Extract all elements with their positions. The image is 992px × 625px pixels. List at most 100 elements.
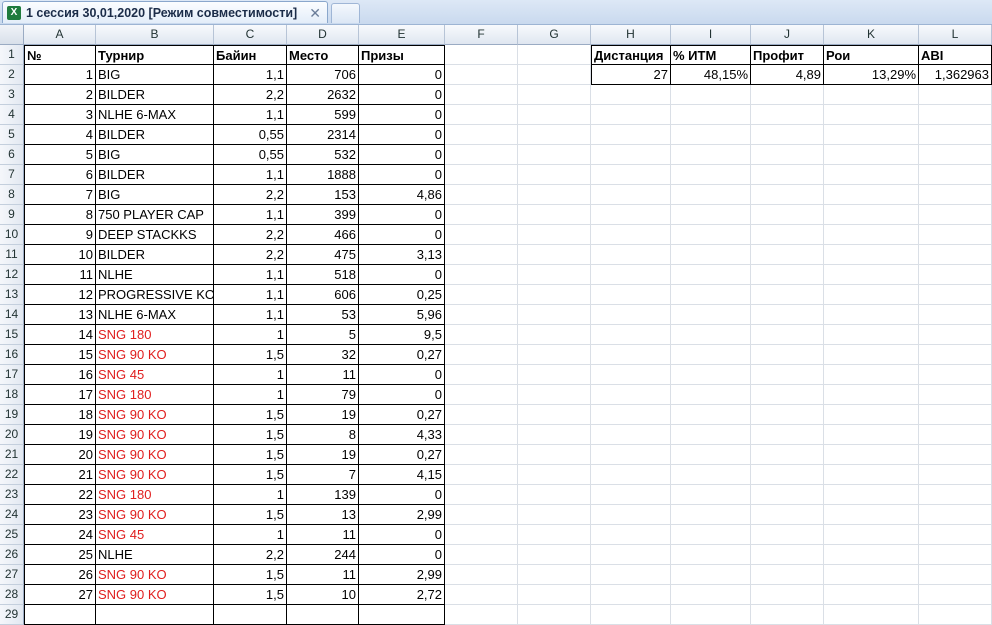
column-header-b[interactable]: B bbox=[96, 25, 214, 45]
cell-l22[interactable] bbox=[919, 465, 992, 485]
cell-i3[interactable] bbox=[671, 85, 751, 105]
cell-k5[interactable] bbox=[824, 125, 919, 145]
cell-e8[interactable]: 4,86 bbox=[359, 185, 445, 205]
cell-i9[interactable] bbox=[671, 205, 751, 225]
cell-h3[interactable] bbox=[591, 85, 671, 105]
cell-h29[interactable] bbox=[591, 605, 671, 625]
row-header[interactable]: 17 bbox=[0, 365, 24, 385]
cell-f2[interactable] bbox=[445, 65, 518, 85]
cell-b22[interactable]: SNG 90 KO bbox=[96, 465, 214, 485]
cell-c12[interactable]: 1,1 bbox=[214, 265, 287, 285]
cell-l5[interactable] bbox=[919, 125, 992, 145]
cell-d19[interactable]: 19 bbox=[287, 405, 359, 425]
cell-e13[interactable]: 0,25 bbox=[359, 285, 445, 305]
cell-g18[interactable] bbox=[518, 385, 591, 405]
cell-d18[interactable]: 79 bbox=[287, 385, 359, 405]
cell-h7[interactable] bbox=[591, 165, 671, 185]
cell-i29[interactable] bbox=[671, 605, 751, 625]
cell-j22[interactable] bbox=[751, 465, 824, 485]
cell-h25[interactable] bbox=[591, 525, 671, 545]
cell-a5[interactable]: 4 bbox=[24, 125, 96, 145]
cell-c8[interactable]: 2,2 bbox=[214, 185, 287, 205]
cell-e5[interactable]: 0 bbox=[359, 125, 445, 145]
cell-h20[interactable] bbox=[591, 425, 671, 445]
row-header[interactable]: 28 bbox=[0, 585, 24, 605]
cell-j8[interactable] bbox=[751, 185, 824, 205]
cell-k26[interactable] bbox=[824, 545, 919, 565]
cell-d23[interactable]: 139 bbox=[287, 485, 359, 505]
cell-i5[interactable] bbox=[671, 125, 751, 145]
cell-j7[interactable] bbox=[751, 165, 824, 185]
cell-d21[interactable]: 19 bbox=[287, 445, 359, 465]
cell-j21[interactable] bbox=[751, 445, 824, 465]
row-header[interactable]: 8 bbox=[0, 185, 24, 205]
cell-f4[interactable] bbox=[445, 105, 518, 125]
cell-g2[interactable] bbox=[518, 65, 591, 85]
cell-h13[interactable] bbox=[591, 285, 671, 305]
cell-f15[interactable] bbox=[445, 325, 518, 345]
cell-a25[interactable]: 24 bbox=[24, 525, 96, 545]
cell-l17[interactable] bbox=[919, 365, 992, 385]
cell-a7[interactable]: 6 bbox=[24, 165, 96, 185]
cell-k13[interactable] bbox=[824, 285, 919, 305]
cell-g7[interactable] bbox=[518, 165, 591, 185]
column-header-c[interactable]: C bbox=[214, 25, 287, 45]
cell-a12[interactable]: 11 bbox=[24, 265, 96, 285]
cell-b18[interactable]: SNG 180 bbox=[96, 385, 214, 405]
cell-j11[interactable] bbox=[751, 245, 824, 265]
column-header-l[interactable]: L bbox=[919, 25, 992, 45]
cell-k2[interactable]: 13,29% bbox=[824, 65, 919, 85]
cell-b27[interactable]: SNG 90 KO bbox=[96, 565, 214, 585]
cell-i16[interactable] bbox=[671, 345, 751, 365]
cell-j6[interactable] bbox=[751, 145, 824, 165]
cell-h17[interactable] bbox=[591, 365, 671, 385]
row-header[interactable]: 5 bbox=[0, 125, 24, 145]
cell-d8[interactable]: 153 bbox=[287, 185, 359, 205]
cell-l25[interactable] bbox=[919, 525, 992, 545]
cell-g4[interactable] bbox=[518, 105, 591, 125]
column-header-j[interactable]: J bbox=[751, 25, 824, 45]
cell-b28[interactable]: SNG 90 KO bbox=[96, 585, 214, 605]
cell-j16[interactable] bbox=[751, 345, 824, 365]
cell-l14[interactable] bbox=[919, 305, 992, 325]
cell-l18[interactable] bbox=[919, 385, 992, 405]
cell-d27[interactable]: 11 bbox=[287, 565, 359, 585]
row-header[interactable]: 6 bbox=[0, 145, 24, 165]
cell-j4[interactable] bbox=[751, 105, 824, 125]
cell-j14[interactable] bbox=[751, 305, 824, 325]
cell-g10[interactable] bbox=[518, 225, 591, 245]
row-header[interactable]: 9 bbox=[0, 205, 24, 225]
cell-e23[interactable]: 0 bbox=[359, 485, 445, 505]
cell-l1[interactable]: ABI bbox=[919, 45, 992, 65]
cell-e25[interactable]: 0 bbox=[359, 525, 445, 545]
cell-k7[interactable] bbox=[824, 165, 919, 185]
cell-g1[interactable] bbox=[518, 45, 591, 65]
cell-d14[interactable]: 53 bbox=[287, 305, 359, 325]
cell-e1[interactable]: Призы bbox=[359, 45, 445, 65]
cell-d16[interactable]: 32 bbox=[287, 345, 359, 365]
row-header[interactable]: 29 bbox=[0, 605, 24, 625]
cell-l27[interactable] bbox=[919, 565, 992, 585]
row-header[interactable]: 27 bbox=[0, 565, 24, 585]
cell-l13[interactable] bbox=[919, 285, 992, 305]
cell-l8[interactable] bbox=[919, 185, 992, 205]
cell-h26[interactable] bbox=[591, 545, 671, 565]
cell-a9[interactable]: 8 bbox=[24, 205, 96, 225]
select-all-corner[interactable] bbox=[0, 25, 24, 45]
cell-h14[interactable] bbox=[591, 305, 671, 325]
column-header-g[interactable]: G bbox=[518, 25, 591, 45]
cell-j2[interactable]: 4,89 bbox=[751, 65, 824, 85]
cell-b17[interactable]: SNG 45 bbox=[96, 365, 214, 385]
cell-k21[interactable] bbox=[824, 445, 919, 465]
cell-h24[interactable] bbox=[591, 505, 671, 525]
cell-c20[interactable]: 1,5 bbox=[214, 425, 287, 445]
cell-h11[interactable] bbox=[591, 245, 671, 265]
cell-g5[interactable] bbox=[518, 125, 591, 145]
cell-c24[interactable]: 1,5 bbox=[214, 505, 287, 525]
cell-e6[interactable]: 0 bbox=[359, 145, 445, 165]
cell-i15[interactable] bbox=[671, 325, 751, 345]
cell-e7[interactable]: 0 bbox=[359, 165, 445, 185]
cell-e12[interactable]: 0 bbox=[359, 265, 445, 285]
cell-h15[interactable] bbox=[591, 325, 671, 345]
cell-k27[interactable] bbox=[824, 565, 919, 585]
